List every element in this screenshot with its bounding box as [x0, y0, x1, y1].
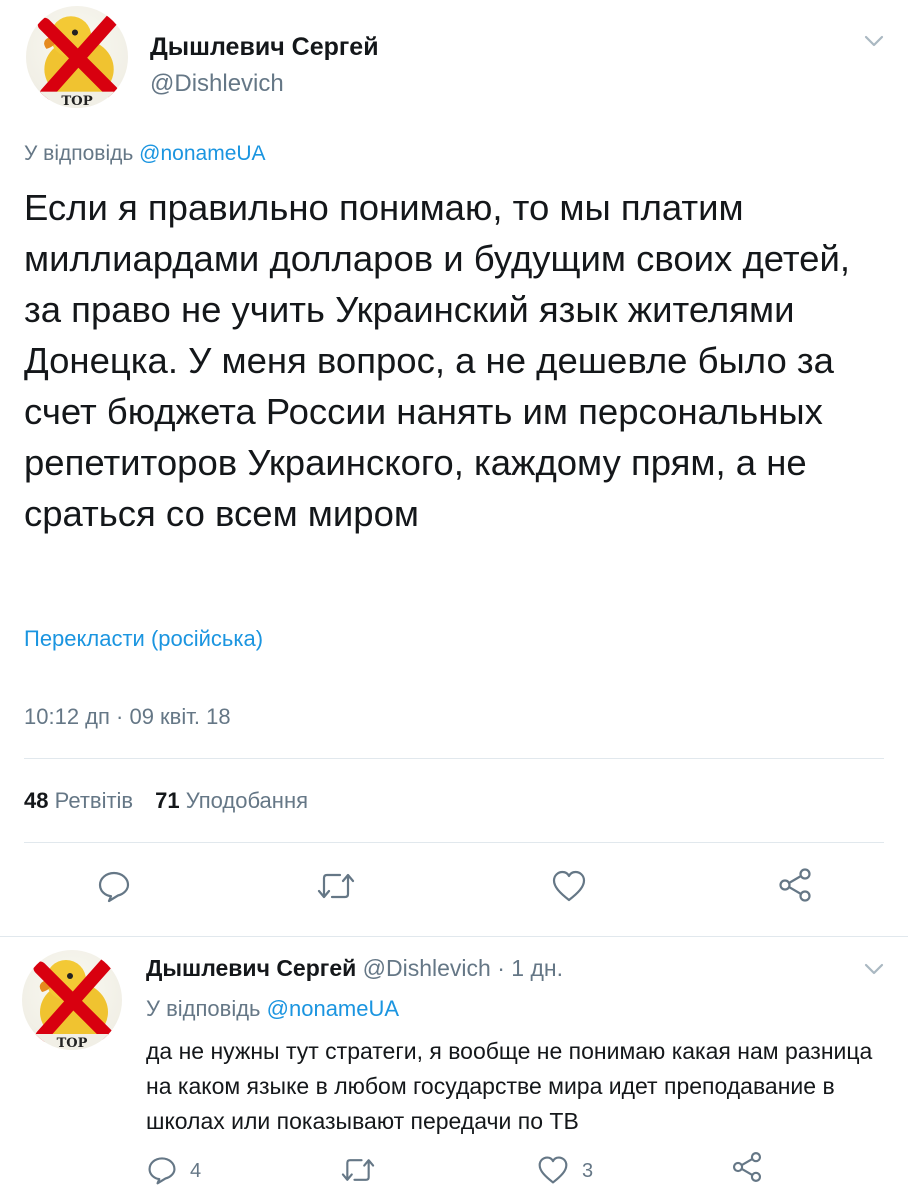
retweets-label: Ретвітів: [54, 788, 134, 813]
author-avatar[interactable]: ТОР: [26, 6, 128, 108]
reply-author-name[interactable]: Дышлевич Сергей: [146, 955, 356, 981]
retweet-icon: [317, 873, 355, 899]
reply-prefix: У відповідь: [146, 996, 261, 1021]
share-icon: [779, 868, 811, 902]
reply-context: У відповідь @nonameUA: [24, 142, 266, 166]
reply-author-handle[interactable]: @Dishlevich: [363, 955, 491, 981]
likes-label: Уподобання: [185, 788, 309, 813]
like-count: 3: [582, 1160, 594, 1182]
reply-count: 4: [190, 1160, 202, 1182]
reply-button[interactable]: [146, 1154, 178, 1186]
reply-header: Дышлевич Сергей @Dishlevich · 1 дн.: [146, 955, 563, 982]
reply-author-avatar[interactable]: ТОР: [22, 950, 122, 1050]
reply-mention-link[interactable]: @nonameUA: [267, 996, 399, 1021]
like-button[interactable]: [536, 1154, 570, 1186]
reply-context: У відповідь @nonameUA: [146, 996, 399, 1022]
engagement-stats: 48 Ретвітів 71 Уподобання: [24, 788, 308, 814]
chevron-down-icon[interactable]: [864, 962, 884, 976]
tweet-text: Если я правильно понимаю, то мы платим м…: [24, 187, 850, 534]
translate-link[interactable]: Перекласти (російська): [24, 626, 263, 652]
share-icon: [732, 1152, 762, 1182]
retweet-button[interactable]: [316, 868, 356, 904]
avatar-logo-text: ТОР: [57, 1036, 88, 1050]
divider: [24, 842, 884, 843]
heart-icon: [538, 1156, 568, 1184]
divider: [24, 758, 884, 759]
reply-time-ago[interactable]: · 1 дн.: [497, 955, 563, 981]
reply-icon: [98, 871, 130, 903]
chevron-down-icon[interactable]: [864, 34, 884, 48]
reply-mention-link[interactable]: @nonameUA: [139, 142, 265, 165]
tweet-timestamp[interactable]: 10:12 дп · 09 квіт. 18: [24, 704, 231, 730]
reply-tweet-text: да не нужны тут стратеги, я вообще не по…: [146, 1038, 873, 1134]
reply-button[interactable]: [96, 868, 132, 904]
avatar-logo-text: ТОР: [61, 94, 92, 108]
heart-icon: [552, 870, 586, 902]
tweet-separator: [0, 936, 908, 937]
reply-icon: [148, 1157, 176, 1185]
retweets-count: 48: [24, 788, 49, 813]
retweet-icon: [341, 1159, 375, 1181]
reply-prefix: У відповідь: [24, 142, 134, 165]
likes-stat[interactable]: 71 Уподобання: [155, 788, 308, 813]
author-name[interactable]: Дышлевич Сергей: [150, 33, 379, 62]
retweets-stat[interactable]: 48 Ретвітів: [24, 788, 133, 813]
share-button[interactable]: [730, 1150, 764, 1184]
likes-count: 71: [155, 788, 180, 813]
retweet-button[interactable]: [340, 1154, 376, 1186]
author-handle[interactable]: @Dishlevich: [150, 70, 284, 98]
like-button[interactable]: [550, 868, 588, 904]
share-button[interactable]: [776, 866, 814, 904]
